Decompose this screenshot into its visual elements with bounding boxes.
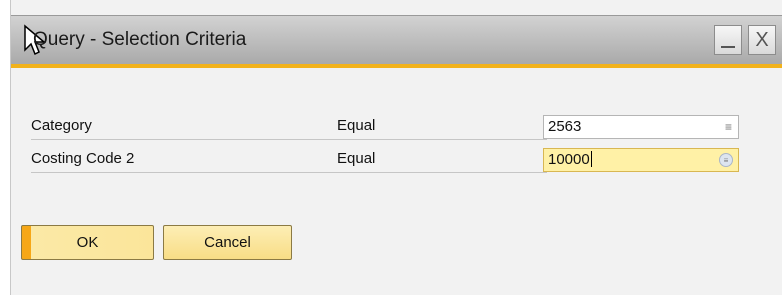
list-icon[interactable]: ≡: [725, 120, 732, 134]
category-value-field[interactable]: 2563 ≡: [543, 115, 739, 139]
minimize-icon: [721, 46, 735, 48]
window-title: Query - Selection Criteria: [33, 29, 247, 50]
title-bar[interactable]: Query - Selection Criteria X: [11, 15, 782, 66]
close-icon: X: [755, 28, 769, 51]
row-divider: [31, 139, 547, 140]
criteria-operator-category: Equal: [337, 117, 376, 134]
cancel-button[interactable]: Cancel: [163, 225, 292, 260]
criteria-label-costing-code-2: Costing Code 2: [31, 150, 135, 167]
category-value: 2563: [548, 118, 582, 135]
costing-code-2-value-field[interactable]: 10000 ≡: [543, 148, 739, 172]
criteria-operator-costing-code-2: Equal: [337, 150, 376, 167]
criteria-label-category: Category: [31, 117, 92, 134]
ok-button-label: OK: [76, 234, 99, 251]
title-accent-line: [11, 64, 782, 68]
costing-code-2-value: 10000: [548, 151, 590, 168]
text-caret: [590, 151, 592, 167]
selection-criteria-window: Query - Selection Criteria X Category Eq…: [10, 0, 782, 295]
ok-button[interactable]: OK: [21, 225, 154, 260]
cancel-button-label: Cancel: [204, 234, 251, 251]
dropdown-circle-icon[interactable]: ≡: [719, 153, 733, 167]
row-divider: [31, 172, 547, 173]
close-button[interactable]: X: [748, 25, 776, 55]
minimize-button[interactable]: [714, 25, 742, 55]
